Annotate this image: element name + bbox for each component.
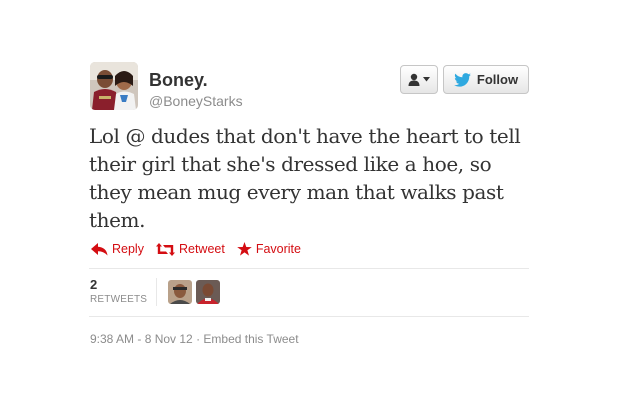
star-icon bbox=[237, 242, 252, 256]
divider-top bbox=[89, 268, 529, 269]
reply-arrow-icon bbox=[91, 242, 108, 255]
retweeter-avatar-image bbox=[168, 280, 192, 304]
retweet-count[interactable]: 2 bbox=[90, 277, 97, 292]
retweet-icon bbox=[155, 242, 175, 256]
retweeter-avatar[interactable] bbox=[168, 280, 192, 304]
favorite-label: Favorite bbox=[255, 242, 301, 256]
tweet-meta: 9:38 AM - 8 Nov 12 · Embed this Tweet bbox=[90, 332, 299, 346]
twitter-bird-icon bbox=[454, 72, 471, 87]
stats-separator bbox=[156, 278, 157, 306]
display-name[interactable]: Boney. bbox=[149, 70, 208, 91]
screen-name[interactable]: @BoneyStarks bbox=[149, 93, 243, 109]
reply-button[interactable]: Reply bbox=[91, 242, 144, 256]
retweeter-avatar[interactable] bbox=[196, 280, 220, 304]
divider-bottom bbox=[89, 316, 529, 317]
embedded-tweet: Boney. @BoneyStarks Follow Lol @ dudes t… bbox=[0, 0, 620, 400]
person-icon bbox=[408, 73, 420, 86]
follow-button[interactable]: Follow bbox=[443, 65, 529, 94]
follow-label: Follow bbox=[476, 72, 519, 87]
meta-separator: · bbox=[192, 332, 204, 346]
tweet-actions: Reply Retweet Favorite bbox=[91, 240, 313, 258]
tweet-text: Lol @ dudes that don't have the heart to… bbox=[89, 124, 521, 232]
timestamp-link[interactable]: 9:38 AM - 8 Nov 12 bbox=[90, 332, 193, 346]
avatar-image bbox=[90, 62, 138, 110]
user-avatar[interactable] bbox=[90, 62, 138, 110]
favorite-button[interactable]: Favorite bbox=[237, 242, 301, 256]
retweet-count-label: RETWEETS bbox=[90, 294, 148, 305]
retweet-label: Retweet bbox=[178, 242, 225, 256]
caret-down-icon bbox=[423, 77, 430, 82]
retweeter-avatar-image bbox=[196, 280, 220, 304]
reply-label: Reply bbox=[112, 242, 144, 256]
user-actions-dropdown-button[interactable] bbox=[400, 65, 438, 94]
embed-tweet-link[interactable]: Embed this Tweet bbox=[203, 332, 298, 346]
retweet-button[interactable]: Retweet bbox=[155, 242, 225, 256]
